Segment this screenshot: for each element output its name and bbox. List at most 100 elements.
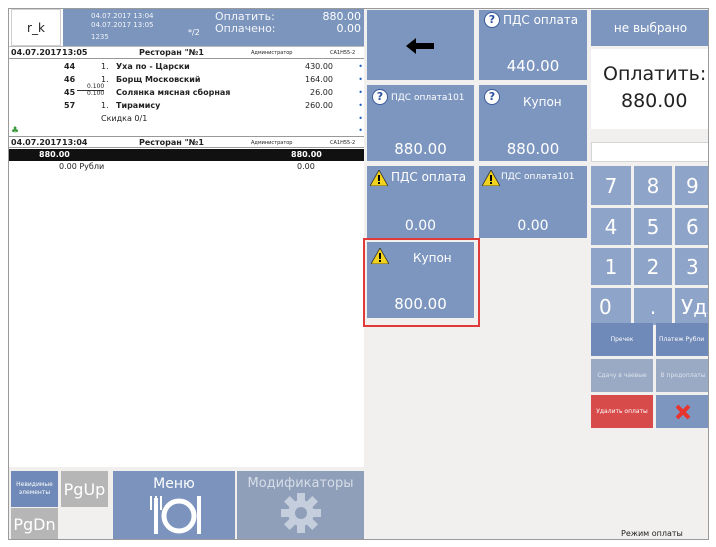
item-name: Солянка мясная сборная	[116, 88, 231, 97]
warning-icon	[370, 170, 388, 186]
delete-payments-button[interactable]: Удалить оплаты	[591, 395, 653, 428]
pgup-button[interactable]: PgUp	[61, 471, 108, 507]
header-restaurant: Ресторан "№1	[139, 48, 204, 57]
total-left: 880.00	[39, 150, 70, 159]
header-restaurant: Ресторан "№1	[139, 138, 204, 147]
order-item-row[interactable]: 45 0.100 0.100 Солянка мясная сборная 26…	[9, 84, 364, 99]
question-icon: ?	[484, 89, 500, 105]
header-role: Администратор	[251, 140, 293, 146]
key-2[interactable]: 2	[634, 248, 672, 285]
item-price: 26.00	[310, 88, 333, 97]
key-dot[interactable]: .	[634, 288, 672, 325]
order-number: 1235	[91, 33, 109, 41]
pay-labels: Оплатить: Оплачено:	[215, 11, 276, 35]
item-qty-bottom: 0.100	[77, 90, 105, 97]
payment-header-row: 04.07.2017 13:04 Ресторан "№1 Администра…	[9, 136, 364, 148]
header-date: 04.07.2017	[11, 48, 62, 57]
change-to-tips-button[interactable]: Сдачу в чаевые	[591, 359, 653, 392]
pds-payment101-tile[interactable]: ? ПДС оплата101 880.00	[367, 85, 474, 161]
item-qty-fraction: 0.100 0.100	[77, 84, 105, 97]
order-item-row[interactable]: 44 1. Уха по - Царски 430.00 •	[9, 61, 364, 73]
pds-payment101-warning-tile[interactable]: ПДС оплата101 0.00	[479, 166, 587, 238]
header-code: CA1H55-2	[330, 50, 356, 56]
item-price: 430.00	[305, 62, 333, 71]
pds-payment-tile[interactable]: ? ПДС оплата 440.00	[479, 10, 587, 80]
back-tile[interactable]	[367, 10, 474, 80]
header-role: Администратор	[251, 50, 293, 56]
user-name: r_k	[11, 9, 61, 46]
discount-row[interactable]: Скидка 0/1 •	[9, 113, 364, 125]
item-qty: 1.	[101, 62, 109, 71]
cancel-button[interactable]	[656, 395, 708, 428]
tile-value: 880.00	[506, 140, 560, 158]
key-9[interactable]: 9	[675, 166, 708, 205]
paid-row[interactable]: 0.00 Рубли 0.00	[9, 161, 364, 173]
gear-icon	[280, 493, 321, 533]
order-dates: 04.07.2017 13:04 04.07.2017 13:05	[91, 12, 153, 30]
pgdn-button[interactable]: PgDn	[11, 508, 58, 539]
modifiers-button[interactable]: Модификаторы	[237, 471, 364, 539]
tile-label: Купон	[523, 95, 562, 109]
key-4[interactable]: 4	[591, 208, 631, 245]
key-6[interactable]: 6	[675, 208, 708, 245]
tile-value: 0.00	[404, 218, 437, 234]
pos-window: r_k 04.07.2017 13:04 04.07.2017 13:05 12…	[8, 8, 709, 540]
menu-button[interactable]: Меню	[113, 471, 235, 539]
item-marker-icon: •	[358, 101, 363, 110]
item-marker-icon: •	[358, 114, 363, 123]
key-3[interactable]: 3	[675, 248, 708, 285]
tile-label: ПДС оплата101	[391, 93, 465, 103]
key-7[interactable]: 7	[591, 166, 631, 205]
key-8[interactable]: 8	[634, 166, 672, 205]
arrow-left-icon	[406, 38, 434, 54]
item-marker-icon: •	[358, 75, 363, 84]
paid-left: 0.00 Рубли	[59, 162, 105, 171]
payment-summary: Оплатить: 880.00	[591, 49, 708, 129]
key-5[interactable]: 5	[634, 208, 672, 245]
item-qty: 1.	[101, 101, 109, 110]
item-name: Уха по - Царски	[116, 62, 190, 71]
paid-label: Оплачено:	[215, 22, 276, 35]
key-0[interactable]: 0	[591, 288, 631, 325]
order-info-box: 04.07.2017 13:04 04.07.2017 13:05 1235 *…	[63, 9, 364, 46]
header-time: 13:04	[62, 138, 88, 147]
key-1[interactable]: 1	[591, 248, 631, 285]
order-item-row[interactable]: 46 1. Борщ Московский 164.00 •	[9, 74, 364, 86]
highlight-frame	[363, 238, 480, 327]
item-id: 45	[64, 88, 76, 97]
order-item-row[interactable]: 57 1. Тирамису 260.00 •	[9, 100, 364, 112]
item-marker-icon: •	[358, 88, 363, 97]
payment-type-selector[interactable]: не выбрано	[591, 10, 708, 46]
order-header-row: 04.07.2017 13:05 Ресторан "№1 Администра…	[9, 47, 364, 59]
hidden-elements-button[interactable]: Невидимые элементы	[11, 471, 58, 507]
pay-values: 880.00 0.00	[323, 11, 362, 35]
payment-mode-label: Режим оплаты	[621, 529, 683, 538]
coupon-tile[interactable]: ? Купон 880.00	[479, 85, 587, 161]
item-price: 260.00	[305, 101, 333, 110]
total-row[interactable]: 880.00 880.00	[9, 149, 364, 161]
to-prepayment-button[interactable]: В предоплаты	[656, 359, 708, 392]
item-id: 46	[64, 75, 76, 84]
warning-icon	[482, 170, 500, 186]
item-price: 164.00	[305, 75, 333, 84]
key-delete[interactable]: Удл	[675, 288, 708, 325]
item-name: Тирамису	[116, 101, 161, 110]
tile-value: 0.00	[517, 218, 549, 234]
to-pay-title: Оплатить:	[603, 63, 707, 85]
tile-label: ПДС оплата	[503, 13, 579, 27]
total-right: 880.00	[291, 150, 322, 159]
header-code: CA1H55-2	[330, 140, 356, 146]
amount-input[interactable]	[591, 142, 708, 162]
menu-label: Меню	[153, 476, 195, 492]
pds-payment-warning-tile[interactable]: ПДС оплата 0.00	[367, 166, 474, 238]
payment-rub-button[interactable]: Платеж Рубли	[656, 323, 708, 356]
modifiers-label: Модификаторы	[247, 476, 354, 491]
item-id: 57	[64, 101, 76, 110]
header-date: 04.07.2017	[11, 138, 62, 147]
guest-fraction: */2	[188, 28, 200, 37]
precheck-button[interactable]: Пречек	[591, 323, 653, 356]
open-date: 04.07.2017 13:04	[91, 12, 154, 20]
order-list[interactable]: 04.07.2017 13:05 Ресторан "№1 Администра…	[9, 46, 364, 467]
item-marker-icon: •	[358, 62, 363, 71]
tile-label: ПДС оплата101	[501, 172, 575, 182]
